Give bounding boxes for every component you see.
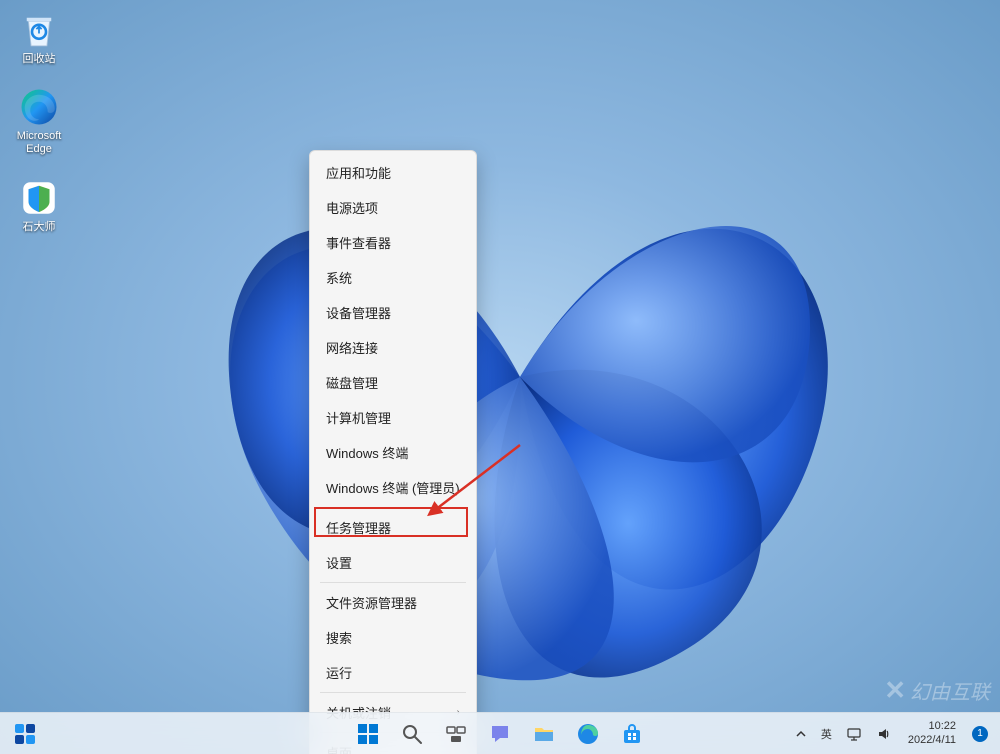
menu-item-file-explorer[interactable]: 文件资源管理器 [314,585,472,620]
taskbar-search[interactable] [393,716,431,752]
watermark-text: 幻由互联 [910,676,990,705]
menu-item-windows-terminal[interactable]: Windows 终端 [314,435,472,470]
edge-icon [18,86,60,128]
taskbar-chat[interactable] [481,716,519,752]
taskbar: 英 10:22 2022/4/11 1 [0,712,1000,754]
watermark: ✕ 幻由互联 [884,675,990,706]
file-explorer-icon [532,722,556,746]
chat-icon [488,722,512,746]
menu-item-apps-and-features[interactable]: 应用和功能 [314,155,472,190]
network-icon [846,726,862,742]
search-icon [400,722,424,746]
tray-ime[interactable]: 英 [815,713,838,754]
ime-label: 英 [821,726,832,742]
start-icon [356,722,380,746]
desktop[interactable]: 回收站 Microsoft Edge 石大师 应用和功能 电源选项 事件查看器 … [0,0,1000,754]
menu-separator [320,507,466,508]
menu-item-network-connections[interactable]: 网络连接 [314,330,472,365]
recycle-bin-icon [18,9,60,51]
menu-item-disk-management[interactable]: 磁盘管理 [314,365,472,400]
tray-clock[interactable]: 10:22 2022/4/11 [900,720,964,748]
menu-item-system[interactable]: 系统 [314,260,472,295]
store-icon [620,722,644,746]
desktop-icon-edge[interactable]: Microsoft Edge [5,82,73,160]
menu-item-windows-terminal-admin[interactable]: Windows 终端 (管理员) [314,470,472,505]
tray-overflow[interactable] [789,713,813,754]
shidashi-icon [18,177,60,219]
menu-item-computer-management[interactable]: 计算机管理 [314,400,472,435]
desktop-icon-shidashi[interactable]: 石大师 [5,173,73,238]
desktop-icon-label: 石大师 [23,221,56,234]
widgets-left-icon[interactable] [6,716,44,752]
menu-separator [320,582,466,583]
taskbar-store[interactable] [613,716,651,752]
tray-date: 2022/4/11 [908,734,956,748]
menu-item-power-options[interactable]: 电源选项 [314,190,472,225]
chevron-up-icon [795,728,807,740]
desktop-icons: 回收站 Microsoft Edge 石大师 [5,5,73,238]
desktop-icon-recycle-bin[interactable]: 回收站 [5,5,73,70]
menu-item-event-viewer[interactable]: 事件查看器 [314,225,472,260]
taskbar-task-view[interactable] [437,716,475,752]
task-view-icon [444,722,468,746]
watermark-logo: ✕ [884,675,906,706]
menu-separator [320,692,466,693]
wallpaper-bloom [170,27,870,727]
desktop-icon-label: Microsoft Edge [17,130,62,156]
edge-icon [576,722,600,746]
taskbar-edge[interactable] [569,716,607,752]
volume-icon [876,726,892,742]
menu-item-run[interactable]: 运行 [314,655,472,690]
notification-badge[interactable]: 1 [972,726,988,742]
winx-context-menu: 应用和功能 电源选项 事件查看器 系统 设备管理器 网络连接 磁盘管理 计算机管… [309,150,477,754]
menu-item-task-manager[interactable]: 任务管理器 [314,510,472,545]
menu-item-search[interactable]: 搜索 [314,620,472,655]
tray-time: 10:22 [928,720,956,734]
menu-item-settings[interactable]: 设置 [314,545,472,580]
tray-network[interactable] [840,713,868,754]
start-button[interactable] [349,716,387,752]
tray-volume[interactable] [870,713,898,754]
taskbar-file-explorer[interactable] [525,716,563,752]
menu-item-device-manager[interactable]: 设备管理器 [314,295,472,330]
desktop-icon-label: 回收站 [23,53,56,66]
